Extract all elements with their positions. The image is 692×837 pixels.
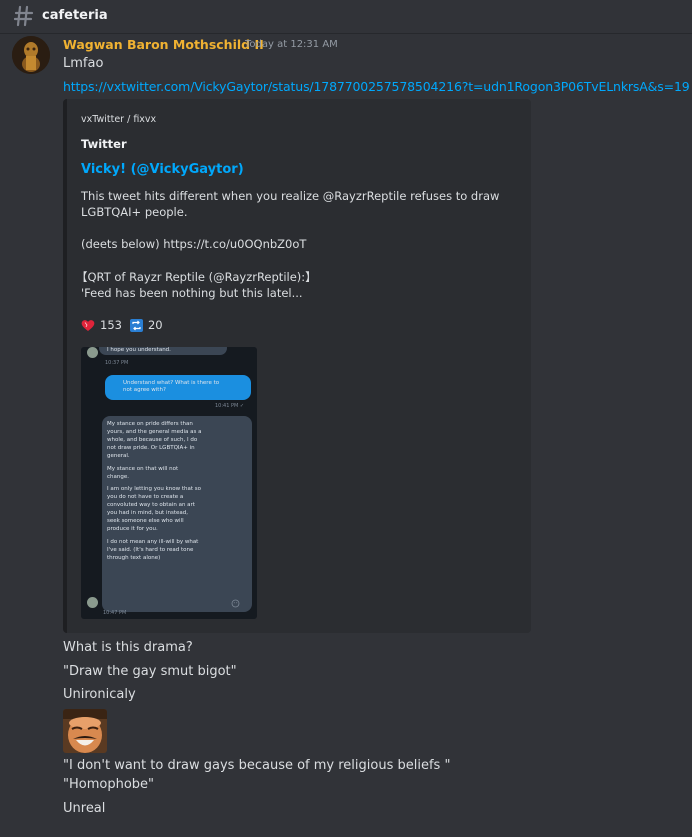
avatar[interactable] bbox=[12, 36, 50, 74]
embed-description-line: (deets below) https://t.co/u0OQnbZ0oT bbox=[81, 237, 307, 251]
chat-text: not agree with? bbox=[123, 387, 166, 393]
message-text: Unironicaly bbox=[63, 687, 136, 702]
embed-description-line: 'Feed has been nothing but this latel... bbox=[81, 286, 303, 300]
embed-description-line: 【QRT of Rayzr Reptile (@RayzrReptile):】 bbox=[76, 270, 317, 284]
chat-text-line: you do not have to create a bbox=[107, 494, 184, 500]
message-text: "I don't want to draw gays because of my… bbox=[63, 758, 451, 773]
chat-text-line: you had in mind, but instead, bbox=[107, 510, 188, 516]
chat-avatar bbox=[87, 347, 98, 358]
message-text: Lmfao bbox=[63, 56, 104, 71]
embed-title[interactable]: Vicky! (@VickyGaytor) bbox=[81, 162, 244, 177]
chat-text-line: produce it for you. bbox=[107, 526, 158, 532]
embed-screenshot-image[interactable]: I hope you understand. 10:37 PM Understa… bbox=[81, 347, 257, 619]
heart-icon bbox=[81, 319, 95, 331]
chat-text-line: My stance on pride differs than bbox=[107, 421, 193, 427]
chat-time: 10:47 PM bbox=[103, 610, 127, 616]
laughing-man-emoji bbox=[63, 709, 107, 753]
tweet-stats: 153 20 bbox=[81, 318, 163, 332]
chat-text-line: through text alone) bbox=[107, 554, 161, 561]
message-author[interactable]: Wagwan Baron Mothschild II bbox=[63, 37, 264, 52]
message-text: Unreal bbox=[63, 801, 106, 816]
likes-count: 153 bbox=[100, 318, 122, 332]
channel-name: cafeteria bbox=[42, 8, 108, 23]
link-embed: vxTwitter / fixvx Twitter Vicky! (@Vicky… bbox=[63, 99, 531, 633]
message-text: "Homophobe" bbox=[63, 777, 154, 792]
chat-text-line: general. bbox=[107, 453, 130, 459]
chat-time: 10:41 PM ✓ bbox=[215, 403, 245, 409]
chat-text-line: I've said. (It's hard to read tone bbox=[107, 546, 194, 553]
chat-time: 10:37 PM bbox=[105, 360, 129, 366]
chat-avatar bbox=[87, 597, 98, 608]
message-text: "Draw the gay smut bigot" bbox=[63, 664, 237, 679]
message-link[interactable]: https://vxtwitter.com/VickyGaytor/status… bbox=[63, 79, 690, 94]
chat-text-line: whole, and because of such, I do bbox=[107, 437, 198, 443]
custom-emoji-image[interactable] bbox=[63, 709, 107, 753]
chat-text-line: change. bbox=[107, 473, 129, 480]
chat-text-line: seek someone else who will bbox=[107, 518, 184, 524]
message-timestamp: Today at 12:31 AM bbox=[245, 39, 338, 50]
avatar-image bbox=[12, 36, 50, 74]
embed-description-line: LGBTQAI+ people. bbox=[81, 205, 188, 219]
chat-text-line: yours, and the general media as a bbox=[107, 429, 202, 435]
embed-description-line: This tweet hits different when you reali… bbox=[81, 189, 500, 203]
chat-text-line: My stance on that will not bbox=[107, 465, 179, 472]
embed-provider[interactable]: vxTwitter / fixvx bbox=[81, 114, 156, 125]
chat-text-line: not draw pride. Or LGBTQIA+ in bbox=[107, 445, 195, 451]
chat-text-line: convoluted way to obtain an art bbox=[107, 502, 195, 508]
chat-text: I hope you understand. bbox=[107, 347, 171, 353]
message-text: What is this drama? bbox=[63, 640, 193, 655]
embed-author: Twitter bbox=[81, 137, 127, 151]
channel-hash-icon bbox=[14, 5, 34, 27]
react-icon bbox=[231, 599, 240, 608]
retweets-count: 20 bbox=[147, 318, 163, 332]
chat-text-line: I am only letting you know that so bbox=[107, 486, 201, 492]
chat-text-line: I do not mean any ill-will by what bbox=[107, 538, 199, 545]
channel-header: cafeteria bbox=[0, 0, 692, 34]
retweet-icon bbox=[129, 318, 143, 332]
